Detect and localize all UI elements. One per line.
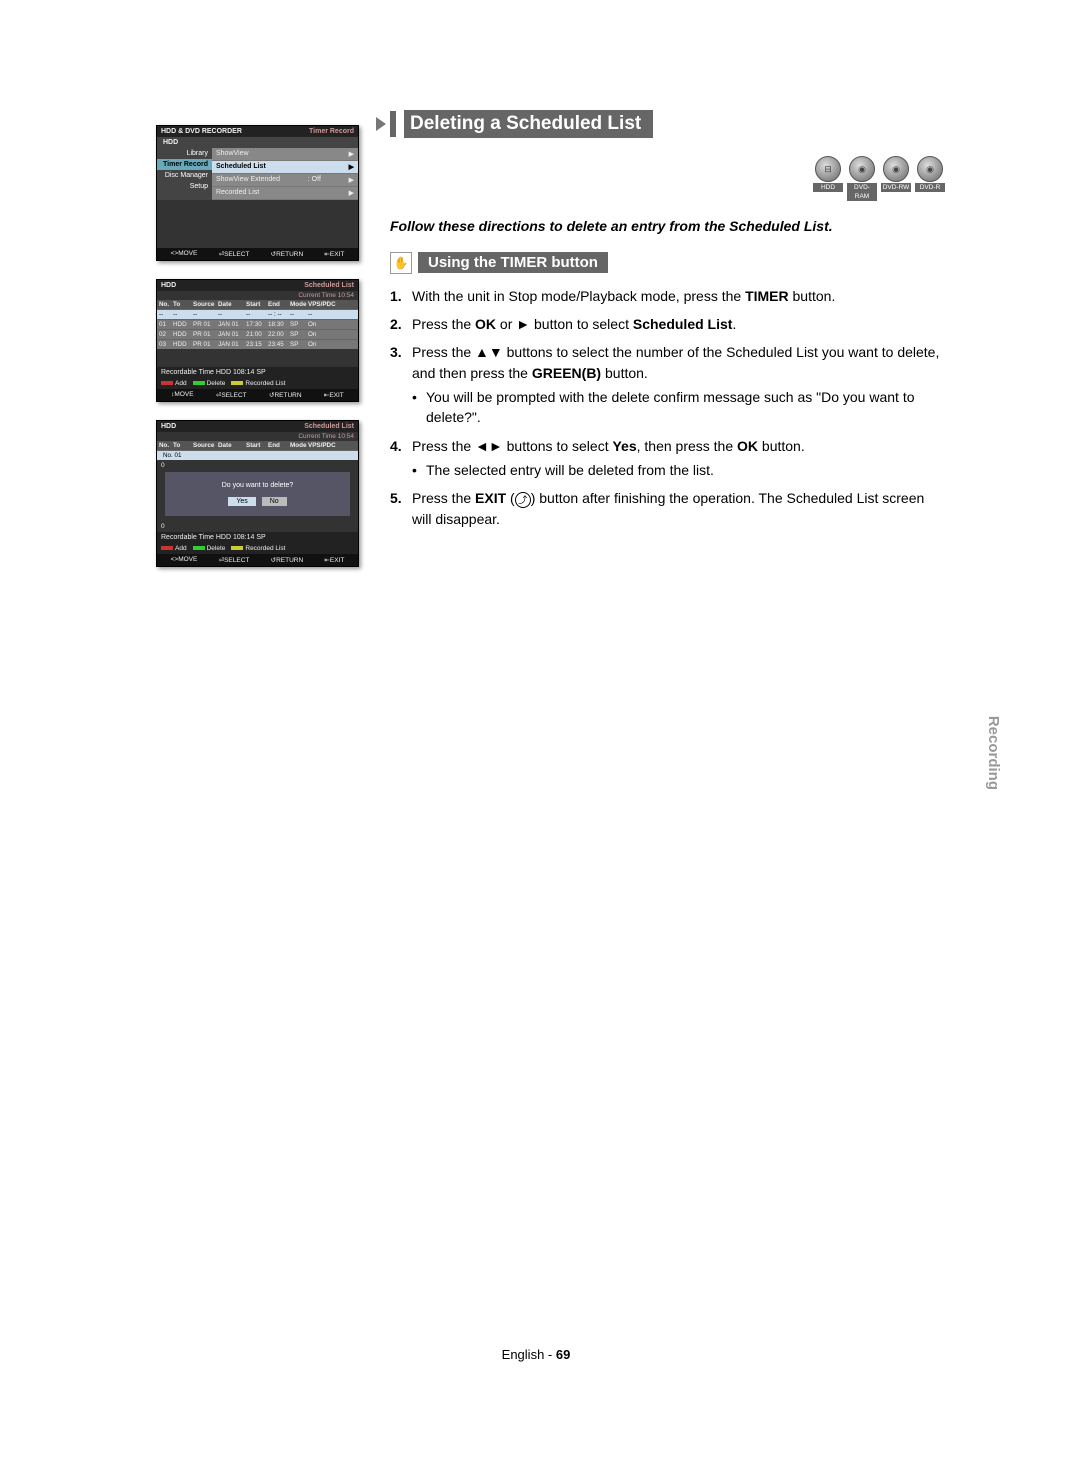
hdd-icon: ⊟HDD [813,156,843,201]
table-placeholder-row[interactable]: -- -- -- -- -- -- : -- -- -- [157,309,358,319]
osd-footer-hints: <>MOVE ⏎SELECT ↺RETURN ⇤EXIT [157,248,358,260]
osd-title-left: HDD & DVD RECORDER [161,128,242,135]
osd-menu-panel: HDD & DVD RECORDER Timer Record HDD Libr… [156,125,359,261]
exit-icon: ⤴ [515,492,531,508]
osd3-sub: HDD [161,423,176,430]
osd-footer-hints: <>MOVE ⏎SELECT ↺RETURN ⇤EXIT [157,554,358,566]
step-2: Press the OK or ► button to select Sched… [390,314,945,334]
table-header: No. To Source Date Start End Mode VPS/PD… [157,441,358,450]
subsection-header: ✋ Using the TIMER button [390,252,945,274]
menu-item-disc-manager[interactable]: Disc Manager [157,170,212,181]
table-row[interactable]: 01 HDD PR 01 JAN 01 17:30 18:30 SP On [157,319,358,329]
menu-item-setup[interactable]: Setup [157,181,212,192]
instructions-column: Deleting a Scheduled List ⊟HDD ◉DVD-RAM … [390,110,945,537]
osd-right-menu: ShowView▶ Scheduled List▶ ShowView Exten… [212,148,358,200]
osd-left-menu: Library Timer Record Disc Manager Setup [157,148,212,200]
osd-title-right: Timer Record [309,128,354,135]
current-time: Current Time 10:54 [157,432,358,441]
intro-text: Follow these directions to delete an ent… [390,217,945,236]
page-title: Deleting a Scheduled List [404,110,653,138]
osd-sub: HDD [157,137,358,148]
section-marker-icon [390,111,396,137]
dialog-text: Do you want to delete? [169,482,346,489]
step-4-bullet: The selected entry will be deleted from … [412,460,945,480]
page-footer: English - 69 [118,1347,954,1362]
steps-list: With the unit in Stop mode/Playback mode… [390,286,945,529]
osd2-title-right: Scheduled List [304,282,354,289]
menu-item-timer-record[interactable]: Timer Record [157,159,212,170]
table-row[interactable]: 02 HDD PR 01 JAN 01 21:00 22:00 SP On [157,329,358,339]
section-header: Deleting a Scheduled List [390,110,945,138]
submenu-showview-extended[interactable]: ShowView Extended : Off▶ [212,174,358,187]
dvd-ram-icon: ◉DVD-RAM [847,156,877,201]
recordable-time: Recordable Time HDD 108:14 SP [157,532,358,543]
osd3-title-right: Scheduled List [304,423,354,430]
hand-remote-icon: ✋ [390,252,412,274]
current-time: Current Time 10:54 [157,291,358,300]
legend: Add Delete Recorded List [157,378,358,389]
osd-scheduled-list-panel: HDD Scheduled List Current Time 10:54 No… [156,279,359,402]
dvd-rw-icon: ◉DVD-RW [881,156,911,201]
table-row[interactable]: 03 HDD PR 01 JAN 01 23:15 23:45 SP On [157,339,358,349]
delete-dialog: Do you want to delete? Yes No [165,472,350,516]
step-3: Press the ▲▼ buttons to select the numbe… [390,342,945,427]
legend: Add Delete Recorded List [157,543,358,554]
submenu-recorded-list[interactable]: Recorded List▶ [212,187,358,200]
step-4: Press the ◄► buttons to select Yes, then… [390,436,945,481]
table-header: No. To Source Date Start End Mode VPS/PD… [157,300,358,309]
step-3-bullet: You will be prompted with the delete con… [412,387,945,428]
osd2-sub: HDD [161,282,176,289]
recordable-time: Recordable Time HDD 108:14 SP [157,367,358,378]
yes-button[interactable]: Yes [228,497,255,506]
subsection-title: Using the TIMER button [418,252,608,273]
osd-delete-confirm-panel: HDD Scheduled List Current Time 10:54 No… [156,420,359,567]
no-button[interactable]: No [262,497,287,506]
step-1: With the unit in Stop mode/Playback mode… [390,286,945,306]
left-osd-column: HDD & DVD RECORDER Timer Record HDD Libr… [156,125,357,585]
dvd-r-icon: ◉DVD-R [915,156,945,201]
submenu-showview[interactable]: ShowView▶ [212,148,358,161]
selected-row-label: No. 01 [157,450,358,460]
menu-item-library[interactable]: Library [157,148,212,159]
submenu-scheduled-list[interactable]: Scheduled List▶ [212,161,358,174]
side-caption: Recording [985,716,1002,790]
osd-footer-hints: ↕MOVE ⏎SELECT ↺RETURN ⇤EXIT [157,389,358,401]
step-5: Press the EXIT (⤴) button after finishin… [390,488,945,529]
media-icons: ⊟HDD ◉DVD-RAM ◉DVD-RW ◉DVD-R [390,156,945,201]
